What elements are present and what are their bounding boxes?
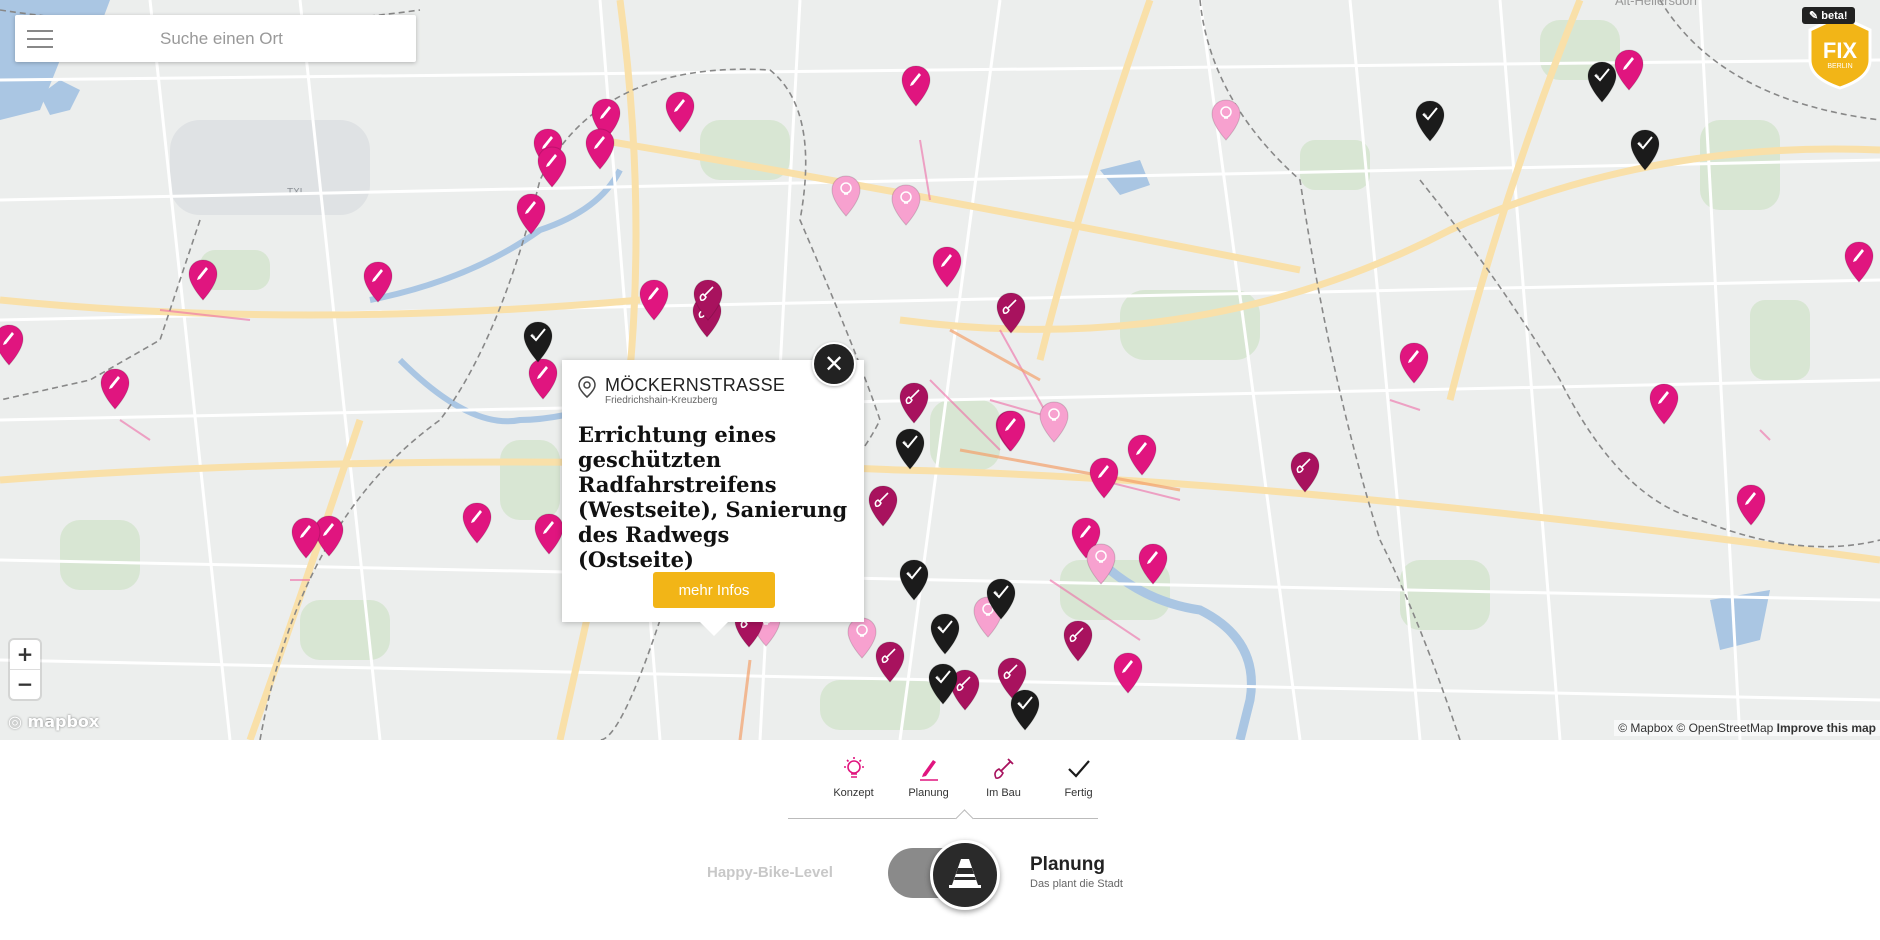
legend-label: Konzept (833, 787, 874, 799)
location-pin-icon (578, 376, 596, 398)
map-marker-im-bau[interactable] (1288, 450, 1322, 494)
map-marker-planung[interactable] (535, 145, 569, 189)
current-level-title: Planung (1030, 854, 1105, 875)
wrench-icon: ✎ (1809, 10, 1819, 22)
map-marker-im-bau[interactable] (866, 484, 900, 528)
legend-divider (788, 818, 1098, 819)
menu-icon[interactable] (27, 29, 53, 48)
map-marker-planung[interactable] (1734, 483, 1768, 527)
map-marker-planung[interactable] (98, 367, 132, 411)
map-marker-planung[interactable] (583, 127, 617, 171)
map-marker-planung[interactable] (514, 192, 548, 236)
map-marker-konzept[interactable] (1209, 98, 1243, 142)
map-marker-fertig[interactable] (926, 662, 960, 706)
check-icon (1067, 760, 1090, 778)
map-marker-planung[interactable] (899, 64, 933, 108)
map-marker-planung[interactable] (994, 409, 1028, 453)
pencil-icon (919, 760, 938, 781)
map-marker-planung[interactable] (1125, 433, 1159, 477)
map-marker-planung[interactable] (186, 258, 220, 302)
current-level-subtitle: Das plant die Stadt (1030, 878, 1123, 890)
traffic-cone-icon (949, 859, 981, 888)
map-marker-fertig[interactable] (1008, 688, 1042, 732)
level-toggle-knob[interactable] (930, 840, 1000, 910)
map-marker-planung[interactable] (0, 323, 26, 367)
map-marker-planung[interactable] (663, 90, 697, 134)
legend: Konzept Planung Im Bau Fertig (816, 756, 1116, 799)
map-marker-im-bau[interactable] (897, 381, 931, 425)
legend-label: Planung (908, 787, 949, 799)
legend-label: Fertig (1064, 787, 1093, 799)
shovel-icon (993, 758, 1014, 779)
zoom-out-button[interactable]: − (10, 670, 40, 699)
map-marker-im-bau[interactable] (873, 640, 907, 684)
map-marker-planung[interactable] (532, 512, 566, 556)
mapbox-mark-icon: ◎ (8, 712, 22, 731)
map-marker-fertig[interactable] (928, 612, 962, 656)
map-marker-planung[interactable] (289, 516, 323, 560)
popup-district: Friedrichshain-Kreuzberg (605, 395, 718, 406)
map-marker-konzept[interactable] (889, 183, 923, 227)
map-marker-planung[interactable] (1842, 240, 1876, 284)
map-marker-planung[interactable] (361, 260, 395, 304)
search-bar (15, 15, 416, 62)
map-marker-im-bau[interactable] (691, 278, 725, 322)
search-input[interactable] (158, 27, 402, 50)
map-marker-planung[interactable] (637, 278, 671, 322)
map-marker-planung[interactable] (1647, 382, 1681, 426)
legend-label: Im Bau (986, 787, 1021, 799)
map-marker-planung[interactable] (1087, 456, 1121, 500)
legend-item-konzept[interactable]: Konzept (816, 756, 891, 799)
popup-street: MÖCKERNSTRASSE (605, 375, 786, 395)
map-marker-im-bau[interactable] (994, 291, 1028, 335)
mapbox-logo[interactable]: ◎ mapbox (8, 712, 99, 731)
bulb-icon (843, 757, 864, 778)
map-marker-fertig[interactable] (1413, 99, 1447, 143)
beta-label: beta! (1821, 10, 1848, 22)
map-marker-fertig[interactable] (521, 320, 555, 364)
popup-title: Errichtung eines geschützten Radfahrstre… (578, 422, 848, 572)
map-marker-fertig[interactable] (1585, 60, 1619, 104)
project-popup: MÖCKERNSTRASSE Friedrichshain-Kreuzberg … (562, 360, 864, 636)
map-marker-fertig[interactable] (984, 577, 1018, 621)
map-attribution: © Mapbox © OpenStreetMap Improve this ma… (1614, 720, 1880, 736)
mapbox-wordmark: mapbox (27, 712, 100, 731)
map-marker-planung[interactable] (1397, 341, 1431, 385)
map-marker-fertig[interactable] (893, 427, 927, 471)
map-marker-im-bau[interactable] (1061, 619, 1095, 663)
map-marker-konzept[interactable] (1037, 400, 1071, 444)
area-label: Alt-Hellersdorf (1615, 0, 1698, 8)
map-marker-planung[interactable] (1111, 651, 1145, 695)
map-marker-planung[interactable] (930, 245, 964, 289)
attribution-text[interactable]: © Mapbox © OpenStreetMap (1618, 721, 1773, 735)
happy-bike-level-label[interactable]: Happy-Bike-Level (707, 864, 833, 881)
map-marker-fertig[interactable] (1628, 128, 1662, 172)
legend-item-im-bau[interactable]: Im Bau (966, 756, 1041, 799)
zoom-control: + − (10, 640, 40, 699)
beta-badge: ✎ beta! (1802, 7, 1855, 24)
legend-item-planung[interactable]: Planung (891, 756, 966, 799)
map-marker-planung[interactable] (460, 501, 494, 545)
logo-subtext: BERLIN (1827, 63, 1852, 70)
legend-pointer (955, 809, 974, 828)
legend-item-fertig[interactable]: Fertig (1041, 756, 1116, 799)
map-marker-fertig[interactable] (897, 558, 931, 602)
logo-text: FIX (1823, 38, 1858, 63)
improve-map-link[interactable]: Improve this map (1777, 721, 1876, 735)
map[interactable]: TXL Alt-Hellersdorf Suche einen Ort + − … (0, 0, 1880, 740)
popup-close-button[interactable]: ✕ (812, 342, 856, 386)
zoom-in-button[interactable]: + (10, 640, 40, 670)
map-marker-konzept[interactable] (1084, 542, 1118, 586)
map-marker-planung[interactable] (1136, 542, 1170, 586)
more-info-button[interactable]: mehr Infos (653, 572, 775, 608)
map-marker-konzept[interactable] (829, 174, 863, 218)
